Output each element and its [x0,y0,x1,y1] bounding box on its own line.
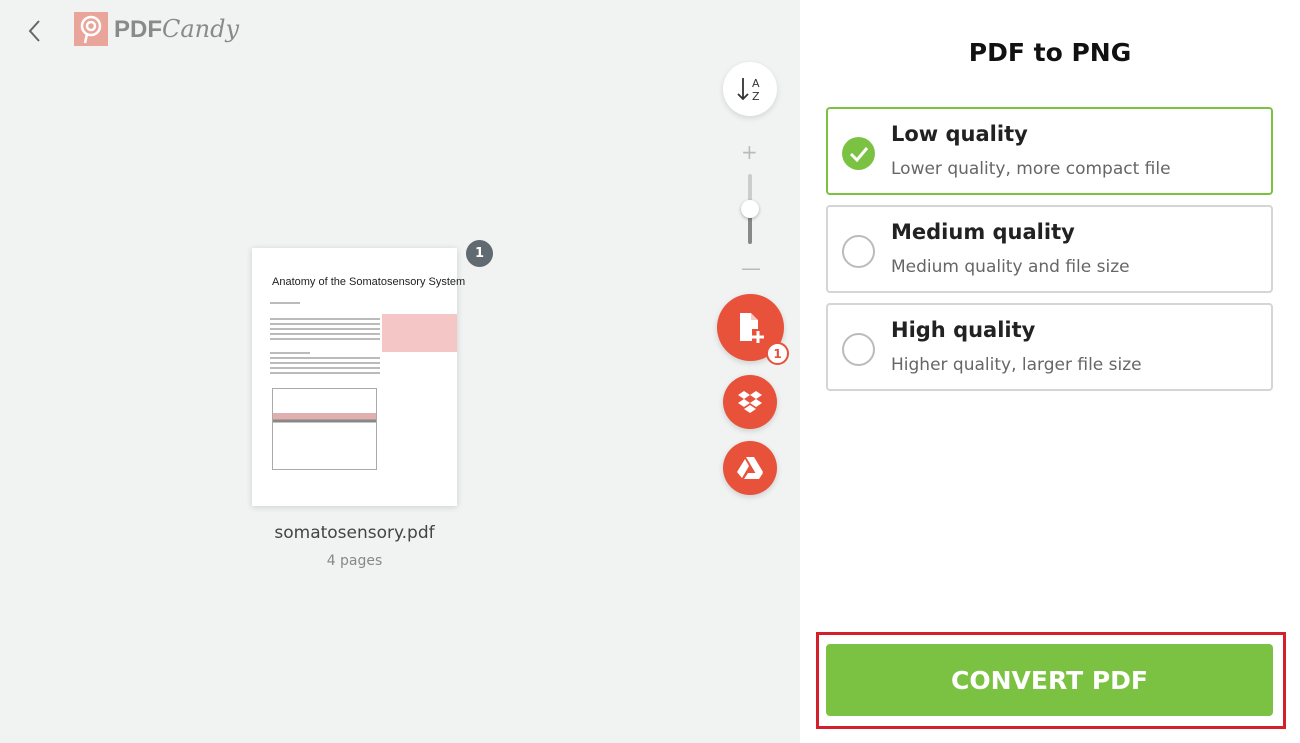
logo[interactable]: PDFCandy [74,12,239,46]
option-title: Low quality [891,122,1028,146]
google-drive-button[interactable] [723,441,777,495]
file-count-badge: 1 [766,342,789,365]
file-plus-icon [739,312,764,343]
convert-pdf-button[interactable]: CONVERT PDF [826,644,1273,716]
zoom-slider-thumb[interactable] [741,200,759,218]
zoom-in-button[interactable]: + [741,140,758,164]
dropbox-icon [738,391,762,413]
thumbnail-figure [272,388,377,470]
zoom-out-button[interactable]: — [741,256,761,280]
svg-text:Z: Z [752,90,760,103]
thumbnail-text [270,302,380,374]
lollipop-icon [74,12,108,46]
thumbnail-title: Anatomy of the Somatosensory System [272,276,466,288]
option-medium-quality[interactable]: Medium quality Medium quality and file s… [826,205,1273,293]
option-title: High quality [891,318,1036,342]
option-desc: Lower quality, more compact file [891,159,1171,179]
back-chevron-icon[interactable] [24,18,46,44]
logo-text: PDFCandy [114,14,240,43]
file-name: somatosensory.pdf [274,523,435,543]
pdf-thumbnail[interactable]: Anatomy of the Somatosensory System [252,248,466,506]
radio-icon [842,235,875,268]
sort-button[interactable]: AZ [723,62,777,116]
dropbox-button[interactable] [723,375,777,429]
option-desc: Higher quality, larger file size [891,355,1142,375]
file-pages: 4 pages [326,553,383,569]
radio-icon [842,333,875,366]
panel-title: PDF to PNG [968,38,1132,67]
google-drive-icon [737,457,763,479]
option-title: Medium quality [891,220,1075,244]
svg-text:A: A [752,77,760,90]
option-low-quality[interactable]: Low quality Lower quality, more compact … [826,107,1273,195]
radio-checked-icon [842,137,875,170]
page-count-badge: 1 [466,240,493,267]
option-high-quality[interactable]: High quality Higher quality, larger file… [826,303,1273,391]
thumbnail-note [382,314,457,352]
sort-a-z-icon: AZ [737,77,760,103]
option-desc: Medium quality and file size [891,257,1130,277]
